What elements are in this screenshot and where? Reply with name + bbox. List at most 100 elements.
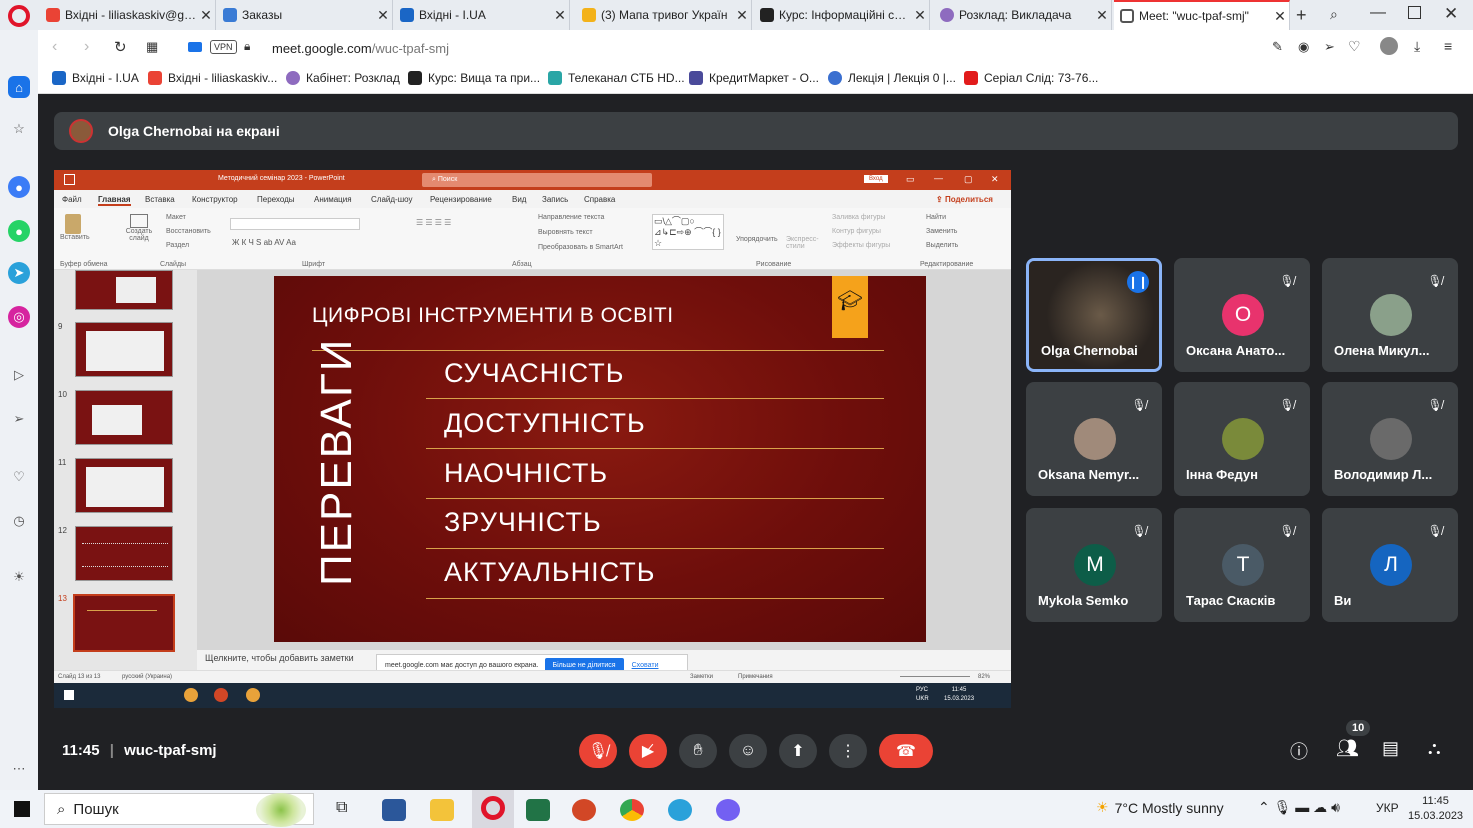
mic-toggle-button[interactable]: 🎙︎̸	[579, 734, 617, 768]
hide-notice-link[interactable]: Сховати	[632, 662, 659, 669]
participant-tile[interactable]: ❙❙ Olga Chernobai	[1026, 258, 1162, 372]
history-icon[interactable]: ◷	[8, 510, 30, 532]
reload-icon[interactable]: ↻	[114, 38, 127, 56]
instagram-icon[interactable]: ◎	[8, 306, 30, 328]
font-box[interactable]	[230, 218, 360, 230]
participant-tile[interactable]: 🎙︎̸ О Оксана Анато...	[1174, 258, 1310, 372]
participant-tile[interactable]: 🎙︎̸ M Mykola Semko	[1026, 508, 1162, 622]
font-format-icons[interactable]: Ж К Ч S ab AV Aa	[232, 238, 296, 247]
ppt-close[interactable]: ✕	[991, 174, 999, 185]
menu-animation[interactable]: Анимация	[314, 195, 352, 204]
tab-iua[interactable]: Вхідні - I.UA ✕	[394, 0, 570, 30]
present-button[interactable]: ⬆	[779, 734, 817, 768]
paragraph-icons[interactable]: ☰ ☰ ☰ ☰	[416, 218, 451, 227]
shape-outline-button[interactable]: Контур фигуры	[832, 228, 881, 235]
select-button[interactable]: Выделить	[926, 242, 958, 249]
save-icon[interactable]	[64, 174, 75, 185]
opera-logo-icon[interactable]	[8, 5, 30, 27]
profile-icon[interactable]	[1380, 37, 1398, 55]
slide-thumb-13[interactable]	[73, 594, 175, 652]
bookmark-course[interactable]: Курс: Вища та при...	[408, 71, 540, 85]
close-icon[interactable]: ✕	[551, 7, 569, 24]
url-text[interactable]: meet.google.com/wuc-tpaf-smj	[272, 41, 449, 56]
menu-insert[interactable]: Вставка	[145, 195, 175, 204]
bookmark-gmail[interactable]: Вхідні - liliaskaskiv...	[148, 71, 277, 85]
ppt-maximize[interactable]: ▢	[964, 174, 973, 185]
bookmark-stb[interactable]: Телеканал СТБ HD...	[548, 71, 685, 85]
search-tabs-icon[interactable]: ⌕	[1330, 6, 1338, 23]
share-button[interactable]: ⇪ Поделиться	[936, 195, 993, 204]
heart-icon[interactable]: ♡	[8, 466, 30, 488]
camera-toggle-button[interactable]: ▶̸	[629, 734, 667, 768]
tray-icons[interactable]: ⌃ 🎙︎ ▬ ☁ 🔊︎	[1258, 799, 1340, 816]
quick-styles-button[interactable]: Экспресс-стили	[786, 236, 820, 250]
activities-button[interactable]: ⛬	[1428, 738, 1441, 759]
slide-thumb-9[interactable]	[75, 322, 173, 377]
menu-record[interactable]: Запись	[542, 195, 568, 204]
slide-thumb-8[interactable]	[75, 270, 173, 310]
bookmark-lecture[interactable]: Лекція | Лекція 0 |...	[828, 71, 956, 85]
menu-view[interactable]: Вид	[512, 195, 526, 204]
tab-schedule[interactable]: Розклад: Викладача ✕	[934, 0, 1112, 30]
participant-tile[interactable]: 🎙︎̸ Інна Федун	[1174, 382, 1310, 496]
meeting-code[interactable]: wuc-tpaf-smj	[124, 742, 217, 759]
arrange-button[interactable]: Упорядочить	[736, 236, 778, 243]
tab-course[interactable]: Курс: Інформаційні сист ✕	[754, 0, 930, 30]
participant-tile[interactable]: 🎙︎̸ Т Тарас Скасків	[1174, 508, 1310, 622]
signin-button[interactable]: Вход	[864, 175, 888, 183]
shapes-gallery[interactable]: ▭\△⌒▢○ ⊿↳⊏⇨⊕ ⌒⌒{ } ☆	[652, 214, 724, 250]
close-window-button[interactable]: ✕	[1444, 4, 1458, 24]
player-icon[interactable]: ▷	[8, 364, 30, 386]
ribbon-display-icon[interactable]: ▭	[906, 174, 915, 185]
shape-fill-button[interactable]: Заливка фигуры	[832, 214, 885, 221]
bookmark-cabinet[interactable]: Кабінет: Розклад	[286, 71, 400, 85]
layout-button[interactable]: Макет	[166, 214, 186, 221]
close-icon[interactable]: ✕	[733, 7, 751, 24]
menu-design[interactable]: Конструктор	[192, 195, 238, 204]
bookmark-creditmarket[interactable]: КредитМаркет - О...	[689, 71, 819, 85]
ppt-minimize[interactable]: —	[934, 173, 943, 183]
maximize-button[interactable]	[1408, 6, 1421, 19]
send-page-icon[interactable]: ➢	[1324, 39, 1335, 55]
excel-icon[interactable]	[526, 799, 550, 821]
menu-home[interactable]: Главная	[98, 195, 131, 206]
paste-button[interactable]: Вставить	[60, 214, 90, 241]
section-button[interactable]: Раздел	[166, 242, 189, 249]
menu-review[interactable]: Рецензирование	[430, 195, 492, 204]
current-slide[interactable]: ЦИФРОВІ ІНСТРУМЕНТИ В ОСВІТІ 🎓︎ ПЕРЕВАГИ…	[274, 276, 926, 642]
more-options-button[interactable]: ⋮	[829, 734, 867, 768]
edit-icon[interactable]: ✎	[1272, 39, 1283, 55]
align-text-button[interactable]: Выровнять текст	[538, 229, 593, 236]
menu-slideshow[interactable]: Слайд-шоу	[371, 195, 412, 204]
messenger-icon[interactable]: ●	[8, 176, 30, 198]
opera-icon[interactable]	[472, 790, 514, 828]
slide-thumb-11[interactable]	[75, 458, 173, 513]
notes-toggle[interactable]: Заметки	[690, 674, 713, 680]
tab-meet[interactable]: Meet: "wuc-tpaf-smj" ✕	[1114, 0, 1290, 30]
find-button[interactable]: Найти	[926, 214, 946, 221]
explorer-icon[interactable]	[430, 799, 454, 821]
ppt-search[interactable]: ⌕ Поиск	[422, 173, 652, 187]
new-tab-button[interactable]: +	[1296, 5, 1307, 26]
text-direction-button[interactable]: Направление текста	[538, 214, 604, 221]
inner-chrome2-icon[interactable]	[246, 688, 260, 702]
viber-icon[interactable]	[716, 799, 740, 821]
participant-tile[interactable]: 🎙︎̸ Олена Микул...	[1322, 258, 1458, 372]
home-icon[interactable]: ⌂	[8, 76, 30, 98]
snapshot-icon[interactable]: ◉	[1298, 39, 1309, 55]
menu-file[interactable]: Файл	[62, 195, 82, 204]
whatsapp-icon[interactable]: ●	[8, 220, 30, 242]
vpn-badge[interactable]: VPN	[210, 40, 237, 54]
tabs-grid-icon[interactable]: ▦	[146, 39, 158, 55]
participant-tile[interactable]: 🎙︎̸ Oksana Nemyr...	[1026, 382, 1162, 496]
weather-widget[interactable]: ☀ 7°C Mostly sunny	[1096, 799, 1224, 816]
raise-hand-button[interactable]: ✋︎	[679, 734, 717, 768]
comments-toggle[interactable]: Примечания	[738, 674, 773, 680]
windows-start-icon[interactable]	[14, 801, 30, 817]
leave-call-button[interactable]: ☎︎	[879, 734, 933, 768]
download-icon[interactable]: ⤓	[1414, 38, 1420, 55]
slide-thumb-12[interactable]	[75, 526, 173, 581]
lightbulb-icon[interactable]: ☀	[8, 566, 30, 588]
tab-orders[interactable]: Заказы ✕	[217, 0, 393, 30]
word-icon[interactable]	[382, 799, 406, 821]
